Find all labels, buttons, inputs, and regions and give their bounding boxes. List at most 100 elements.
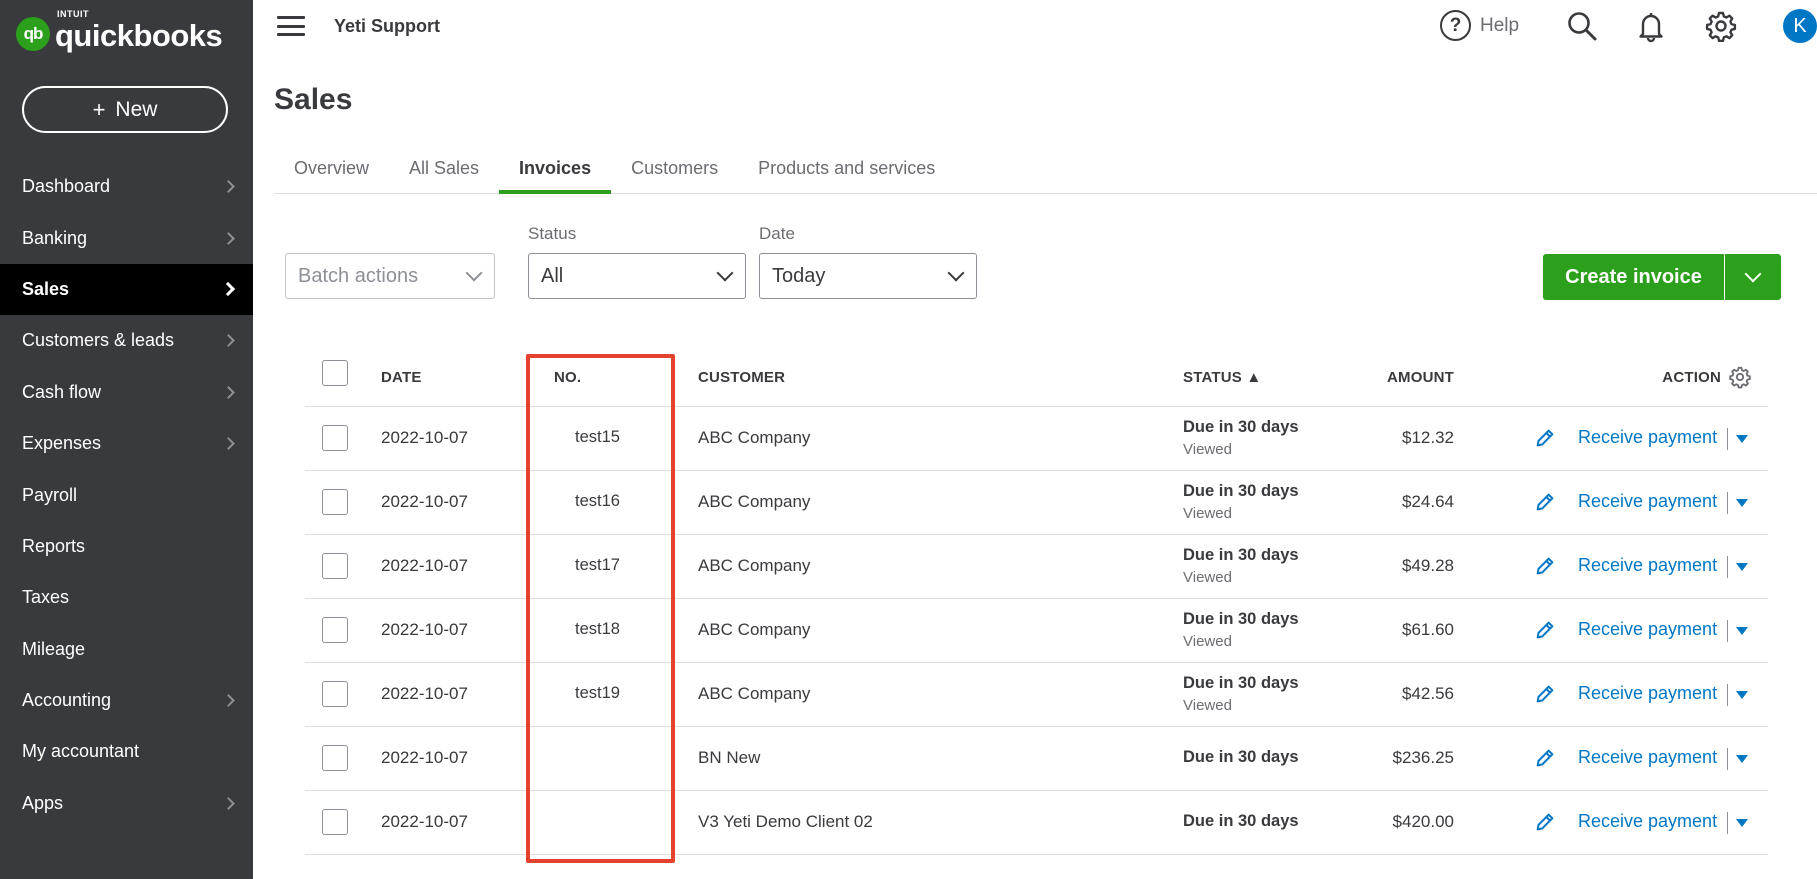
receive-payment-link[interactable]: Receive payment	[1578, 747, 1717, 768]
receive-payment-link[interactable]: Receive payment	[1578, 555, 1717, 576]
receive-payment-link[interactable]: Receive payment	[1578, 683, 1717, 704]
row-checkbox[interactable]	[322, 681, 348, 707]
date-filter-label: Date	[759, 224, 795, 243]
action-divider	[1727, 812, 1728, 834]
tab-all-sales[interactable]: All Sales	[389, 150, 499, 194]
create-invoice-button[interactable]: Create invoice	[1543, 254, 1724, 300]
menu-icon[interactable]	[277, 16, 305, 36]
select-all-checkbox[interactable]	[322, 360, 348, 386]
header-customer[interactable]: CUSTOMER	[698, 369, 785, 386]
new-button[interactable]: + New	[22, 86, 228, 133]
tab-products-and-services[interactable]: Products and services	[738, 150, 955, 194]
plus-icon: +	[92, 96, 106, 122]
action-divider	[1727, 556, 1728, 578]
table-body: 2022-10-07 test15 ABC Company $12.32 Due in …	[305, 407, 1768, 855]
table-header: DATE NO. CUSTOMER AMOUNT STATUS ▲ ACTION	[305, 350, 1768, 407]
sidebar-item-reports[interactable]: Reports	[0, 521, 253, 572]
cell-customer: ABC Company	[698, 684, 811, 703]
edit-pencil-icon[interactable]	[1534, 619, 1556, 641]
action-dropdown-icon[interactable]	[1736, 819, 1748, 827]
edit-pencil-icon[interactable]	[1534, 491, 1556, 513]
sidebar-item-customers-leads[interactable]: Customers & leads	[0, 315, 253, 366]
sidebar-item-my-accountant[interactable]: My accountant	[0, 726, 253, 777]
receive-payment-link[interactable]: Receive payment	[1578, 811, 1717, 832]
sidebar-item-dashboard[interactable]: Dashboard	[0, 161, 253, 212]
header-amount[interactable]: AMOUNT	[1387, 369, 1454, 386]
new-button-label: New	[115, 97, 158, 121]
bell-icon[interactable]	[1634, 9, 1668, 43]
edit-pencil-icon[interactable]	[1534, 555, 1556, 577]
row-checkbox[interactable]	[322, 425, 348, 451]
receive-payment-link[interactable]: Receive payment	[1578, 491, 1717, 512]
sidebar-item-mileage[interactable]: Mileage	[0, 624, 253, 675]
edit-pencil-icon[interactable]	[1534, 811, 1556, 833]
chevron-right-icon	[222, 334, 235, 348]
row-checkbox[interactable]	[322, 489, 348, 515]
sidebar-item-payroll[interactable]: Payroll	[0, 469, 253, 520]
cell-date: 2022-10-07	[381, 812, 468, 831]
date-filter-dropdown[interactable]: Today	[759, 253, 977, 299]
action-dropdown-icon[interactable]	[1736, 499, 1748, 507]
sidebar-item-label: Taxes	[22, 587, 70, 608]
help-button[interactable]: ? Help	[1440, 10, 1519, 41]
create-invoice-split-button[interactable]	[1725, 254, 1781, 300]
cell-customer: V3 Yeti Demo Client 02	[698, 812, 873, 831]
header-date[interactable]: DATE	[381, 369, 422, 386]
table-row[interactable]: 2022-10-07 test16 ABC Company $24.64 Due in …	[305, 471, 1768, 535]
cell-status-sub: Viewed	[1183, 633, 1232, 650]
action-divider	[1727, 428, 1728, 450]
sidebar-item-sales[interactable]: Sales	[0, 263, 253, 316]
edit-pencil-icon[interactable]	[1534, 427, 1556, 449]
table-row[interactable]: 2022-10-07 test19 ABC Company $42.56 Due in …	[305, 663, 1768, 727]
header-status[interactable]: STATUS ▲	[1183, 369, 1261, 386]
receive-payment-link[interactable]: Receive payment	[1578, 427, 1717, 448]
sidebar-item-taxes[interactable]: Taxes	[0, 572, 253, 623]
chevron-down-icon	[1744, 265, 1762, 283]
table-row[interactable]: 2022-10-07 test17 ABC Company $49.28 Due in …	[305, 535, 1768, 599]
row-checkbox[interactable]	[322, 809, 348, 835]
status-filter-label: Status	[528, 224, 577, 243]
tab-overview[interactable]: Overview	[274, 150, 389, 194]
cell-status: Due in 30 days	[1183, 418, 1299, 436]
action-dropdown-icon[interactable]	[1736, 627, 1748, 635]
chevron-right-icon	[222, 437, 235, 451]
batch-actions-dropdown[interactable]: Batch actions	[285, 253, 495, 299]
edit-pencil-icon[interactable]	[1534, 683, 1556, 705]
action-divider	[1727, 620, 1728, 642]
tab-customers[interactable]: Customers	[611, 150, 738, 194]
help-label: Help	[1480, 14, 1520, 36]
row-checkbox[interactable]	[322, 745, 348, 771]
search-icon[interactable]	[1565, 9, 1599, 43]
page-title: Sales	[274, 83, 353, 116]
edit-pencil-icon[interactable]	[1534, 747, 1556, 769]
sidebar-item-expenses[interactable]: Expenses	[0, 418, 253, 469]
cell-date: 2022-10-07	[381, 684, 468, 703]
avatar[interactable]: K	[1783, 9, 1817, 43]
table-row[interactable]: 2022-10-07 V3 Yeti Demo Client 02 $420.00 D…	[305, 791, 1768, 855]
row-checkbox[interactable]	[322, 617, 348, 643]
gear-icon[interactable]	[1728, 365, 1752, 389]
table-row[interactable]: 2022-10-07 test18 ABC Company $61.60 Due in …	[305, 599, 1768, 663]
gear-icon[interactable]	[1704, 9, 1738, 43]
table-row[interactable]: 2022-10-07 BN New $236.25 Due in 30 days Rec…	[305, 727, 1768, 791]
action-dropdown-icon[interactable]	[1736, 691, 1748, 699]
quickbooks-logo[interactable]: qb INTUIT quickbooks	[16, 9, 223, 54]
sidebar-item-banking[interactable]: Banking	[0, 212, 253, 263]
sidebar-item-apps[interactable]: Apps	[0, 778, 253, 829]
tab-invoices[interactable]: Invoices	[499, 150, 612, 194]
sidebar-item-cash-flow[interactable]: Cash flow	[0, 367, 253, 418]
action-divider	[1727, 748, 1728, 770]
status-filter-dropdown[interactable]: All	[528, 253, 746, 299]
sidebar: qb INTUIT quickbooks + New Dashboard Bank…	[0, 0, 253, 879]
receive-payment-link[interactable]: Receive payment	[1578, 619, 1717, 640]
sidebar-item-label: Sales	[22, 278, 70, 299]
cell-amount: $12.32	[1402, 428, 1454, 447]
action-dropdown-icon[interactable]	[1736, 435, 1748, 443]
action-dropdown-icon[interactable]	[1736, 563, 1748, 571]
action-dropdown-icon[interactable]	[1736, 755, 1748, 763]
table-row[interactable]: 2022-10-07 test15 ABC Company $12.32 Due in …	[305, 407, 1768, 471]
chevron-down-icon	[465, 264, 483, 282]
row-checkbox[interactable]	[322, 553, 348, 579]
cell-amount: $42.56	[1402, 684, 1454, 703]
sidebar-item-accounting[interactable]: Accounting	[0, 675, 253, 726]
